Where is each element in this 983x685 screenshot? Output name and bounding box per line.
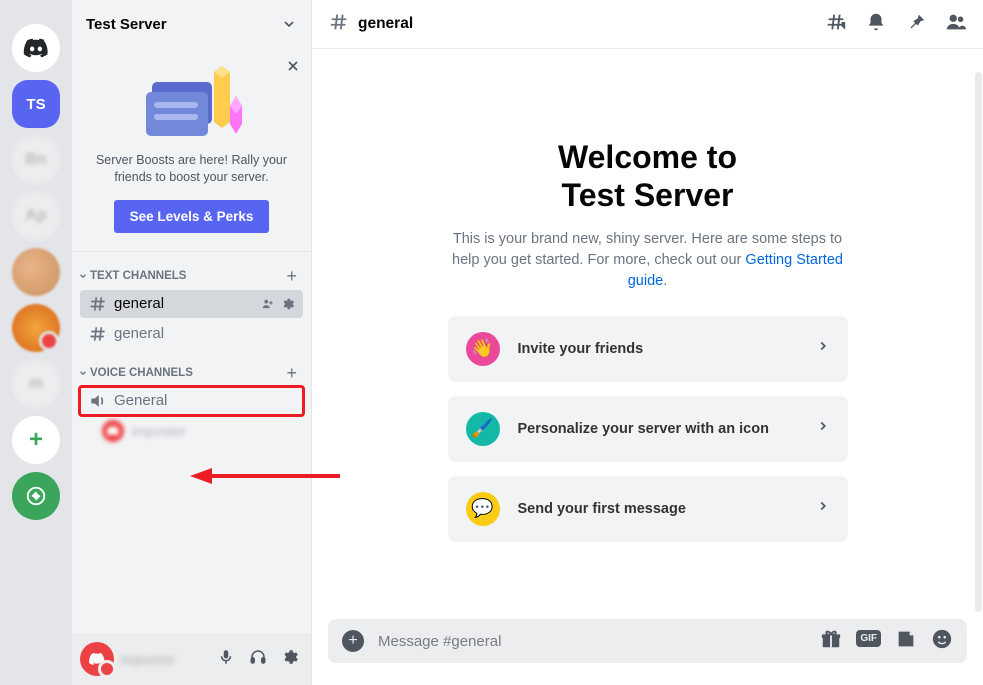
voice-user[interactable]: imposter — [72, 416, 311, 446]
voice-user-name: imposter — [132, 423, 186, 439]
gear-icon[interactable] — [281, 297, 295, 311]
category-voice-channels: VOICE CHANNELS + — [72, 349, 311, 386]
message-area: Welcome toTest Server This is your brand… — [312, 48, 983, 619]
server-name: Test Server — [86, 16, 167, 33]
voice-channel-general[interactable]: General — [80, 387, 303, 415]
channel-general-2[interactable]: general — [80, 320, 303, 348]
speaker-icon — [88, 391, 108, 411]
channel-header: general — [312, 0, 983, 48]
channel-title: general — [358, 15, 413, 33]
chevron-right-icon — [816, 499, 830, 518]
boost-text: Server Boosts are here! Rally your frien… — [86, 152, 297, 186]
channel-label: General — [114, 392, 167, 409]
channel-label: general — [114, 295, 164, 312]
boost-button[interactable]: See Levels & Perks — [114, 200, 270, 233]
welcome-heading: Welcome toTest Server — [558, 138, 737, 215]
sticker-icon[interactable] — [895, 628, 917, 655]
attach-button[interactable]: + — [342, 630, 364, 652]
add-server-button[interactable]: + — [12, 416, 60, 464]
channel-sidebar: Test Server Server Boo — [72, 0, 312, 685]
explore-button[interactable] — [12, 472, 60, 520]
gift-icon[interactable] — [820, 628, 842, 655]
welcome-description: This is your brand new, shiny server. He… — [438, 229, 858, 292]
invite-icon[interactable] — [261, 297, 275, 311]
message-input[interactable] — [378, 633, 806, 650]
card-invite-friends[interactable]: 👋 Invite your friends — [448, 316, 848, 382]
server-item[interactable] — [12, 304, 60, 352]
gif-icon[interactable]: GIF — [856, 628, 881, 655]
hash-icon — [88, 294, 108, 314]
card-first-message[interactable]: 💬 Send your first message — [448, 476, 848, 542]
server-item[interactable]: Bn — [12, 136, 60, 184]
hash-icon — [88, 324, 108, 344]
add-text-channel-button[interactable]: + — [286, 266, 301, 287]
category-toggle[interactable]: VOICE CHANNELS — [78, 367, 193, 379]
home-button[interactable] — [12, 24, 60, 72]
card-personalize[interactable]: 🖌️ Personalize your server with an icon — [448, 396, 848, 462]
server-item[interactable]: Ap — [12, 192, 60, 240]
deafen-button[interactable] — [245, 644, 271, 675]
invite-icon: 👋 — [466, 332, 500, 366]
chat-icon: 💬 — [466, 492, 500, 526]
avatar — [102, 420, 124, 442]
main-area: general Welcome toTest Server This is yo… — [312, 0, 983, 685]
avatar[interactable] — [80, 642, 114, 676]
hash-icon — [328, 11, 350, 38]
scrollbar[interactable] — [975, 72, 982, 612]
members-icon[interactable] — [945, 11, 967, 38]
chevron-down-icon — [281, 16, 297, 32]
username: imposter — [120, 652, 207, 667]
add-voice-channel-button[interactable]: + — [286, 363, 301, 384]
user-panel: imposter — [72, 633, 311, 685]
emoji-icon[interactable] — [931, 628, 953, 655]
server-rail: TS Bn Ap m + — [0, 0, 72, 685]
notifications-icon[interactable] — [865, 11, 887, 38]
close-icon[interactable] — [285, 58, 301, 79]
mute-button[interactable] — [213, 644, 239, 675]
server-item[interactable]: m — [12, 360, 60, 408]
chevron-right-icon — [816, 419, 830, 438]
user-settings-button[interactable] — [277, 644, 303, 675]
channel-label: general — [114, 325, 164, 342]
pinned-icon[interactable] — [905, 11, 927, 38]
boost-banner: Server Boosts are here! Rally your frien… — [72, 48, 311, 252]
category-toggle[interactable]: TEXT CHANNELS — [78, 270, 186, 282]
server-item[interactable] — [12, 248, 60, 296]
server-header[interactable]: Test Server — [72, 0, 311, 48]
brush-icon: 🖌️ — [466, 412, 500, 446]
threads-icon[interactable] — [825, 11, 847, 38]
category-text-channels: TEXT CHANNELS + — [72, 252, 311, 289]
boost-illustration — [86, 64, 297, 142]
message-composer: + GIF — [328, 619, 967, 663]
chevron-right-icon — [816, 339, 830, 358]
channel-general[interactable]: general — [80, 290, 303, 318]
server-test-server[interactable]: TS — [12, 80, 60, 128]
